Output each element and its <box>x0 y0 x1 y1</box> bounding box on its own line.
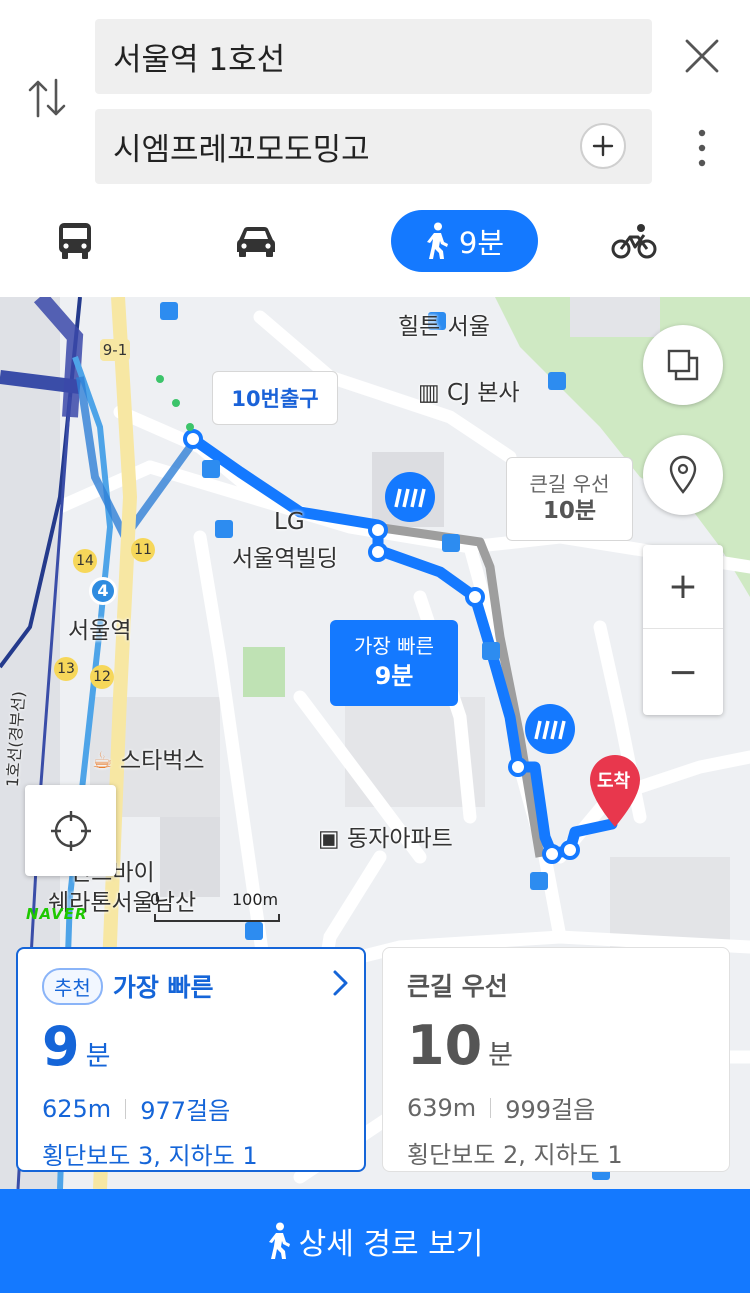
zoom-out-button[interactable]: − <box>643 630 723 714</box>
swap-locations-button[interactable] <box>22 70 72 126</box>
more-vertical-icon <box>698 129 706 167</box>
poi-hilton: 힐튼 서울 <box>398 314 490 340</box>
plus-icon <box>592 135 614 157</box>
close-icon <box>685 39 719 73</box>
poi-dongja: ▣ 동자아파트 <box>318 826 453 852</box>
map-layers-button[interactable] <box>643 325 723 405</box>
tab-transit[interactable] <box>45 210 105 272</box>
route-time-unit: 분 <box>85 1041 111 1072</box>
current-location-button[interactable] <box>25 785 116 876</box>
car-icon <box>237 227 275 257</box>
scale-zero: 0 <box>150 890 161 909</box>
route-search-header: 서울역 1호선 시엠프레꼬모도밍고 9분 <box>0 0 750 297</box>
exit-badge-11: 11 <box>131 538 155 562</box>
subway-line-4-badge: 4 <box>89 577 117 605</box>
bigroad-callout-time: 10분 <box>542 498 597 525</box>
add-waypoint-button[interactable] <box>580 123 626 169</box>
poi-seoul-station: 서울역 <box>68 618 132 644</box>
exit-badge-12: 12 <box>90 665 114 689</box>
building-icon: ▥ <box>418 380 448 406</box>
route-time-number: 10 <box>407 1014 483 1077</box>
naver-logo: NAVER <box>26 905 88 923</box>
route-time-number: 9 <box>42 1015 80 1078</box>
scale-bar <box>154 914 280 922</box>
walk-time-label: 9분 <box>458 226 505 260</box>
poi-cj: ▥ CJ 본사 <box>418 380 520 406</box>
destination-input[interactable]: 시엠프레꼬모도밍고 <box>95 109 652 184</box>
detail-route-button[interactable]: 상세 경로 보기 <box>0 1189 750 1293</box>
origin-input[interactable]: 서울역 1호선 <box>95 19 652 94</box>
green-patch <box>243 647 285 697</box>
bigroad-route-callout[interactable]: 큰길 우선 10분 <box>506 457 633 541</box>
cafe-icon: ☕ <box>92 748 113 774</box>
tab-walk[interactable]: 9분 <box>391 210 538 272</box>
exit-badge-13: 13 <box>54 657 78 681</box>
route-card-fastest[interactable]: 추천 가장 빠른 9 분 625m 977걸음 횡단보도 3, 지하도 1 <box>16 947 366 1172</box>
divider <box>125 1098 127 1119</box>
walk-icon <box>268 1222 290 1259</box>
scale-label: 100m <box>232 890 279 909</box>
exit-badge-9-1: 9-1 <box>100 339 130 361</box>
recommended-badge: 추천 <box>42 967 103 1005</box>
poi-lg-line2: 서울역빌딩 <box>232 546 338 572</box>
location-pin-button[interactable] <box>643 435 723 515</box>
zoom-in-button[interactable]: + <box>643 545 723 629</box>
divider <box>490 1097 492 1118</box>
walk-icon <box>426 222 448 259</box>
location-pin-icon <box>669 455 697 494</box>
origin-text: 서울역 1호선 <box>113 42 286 78</box>
route-title: 큰길 우선 <box>407 972 508 1001</box>
route-distance: 639m <box>407 1093 477 1122</box>
building-icon: ▣ <box>318 826 348 852</box>
close-button[interactable] <box>678 32 726 80</box>
exit-callout: 10번출구 <box>212 371 338 425</box>
route-card-bigroad[interactable]: 큰길 우선 10 분 639m 999걸음 횡단보도 2, 지하도 1 <box>382 947 730 1172</box>
chevron-right-icon[interactable] <box>332 969 350 997</box>
tab-bicycle[interactable] <box>603 210 665 272</box>
zoom-controls: + − <box>643 545 723 715</box>
bicycle-icon <box>611 224 657 259</box>
poi-lg-line1: LG <box>274 509 305 535</box>
route-title: 가장 빠른 <box>112 973 214 1002</box>
exit-badge-14: 14 <box>73 549 97 573</box>
route-crossings: 횡단보도 2, 지하도 1 <box>407 1141 623 1169</box>
destination-text: 시엠프레꼬모도밍고 <box>113 132 370 168</box>
poi-starbucks: ☕ 스타벅스 <box>92 748 205 774</box>
route-time-unit: 분 <box>488 1040 513 1071</box>
tab-car[interactable] <box>225 210 287 272</box>
arrival-label: 도착 <box>597 771 631 792</box>
swap-arrows-icon <box>28 78 66 118</box>
route-steps: 999걸음 <box>505 1096 596 1124</box>
bigroad-callout-label: 큰길 우선 <box>529 472 610 497</box>
fast-callout-time: 9분 <box>374 662 414 691</box>
crosshair-icon <box>50 810 91 851</box>
fast-callout-label: 가장 빠른 <box>354 634 434 659</box>
detail-route-label: 상세 경로 보기 <box>298 1227 484 1262</box>
route-crossings: 횡단보도 3, 지하도 1 <box>42 1142 258 1170</box>
layers-icon <box>667 349 699 381</box>
bus-icon <box>59 223 91 259</box>
more-options-button[interactable] <box>680 126 724 170</box>
route-steps: 977걸음 <box>140 1097 231 1125</box>
route-distance: 625m <box>42 1094 112 1123</box>
fastest-route-callout[interactable]: 가장 빠른 9분 <box>330 620 458 706</box>
